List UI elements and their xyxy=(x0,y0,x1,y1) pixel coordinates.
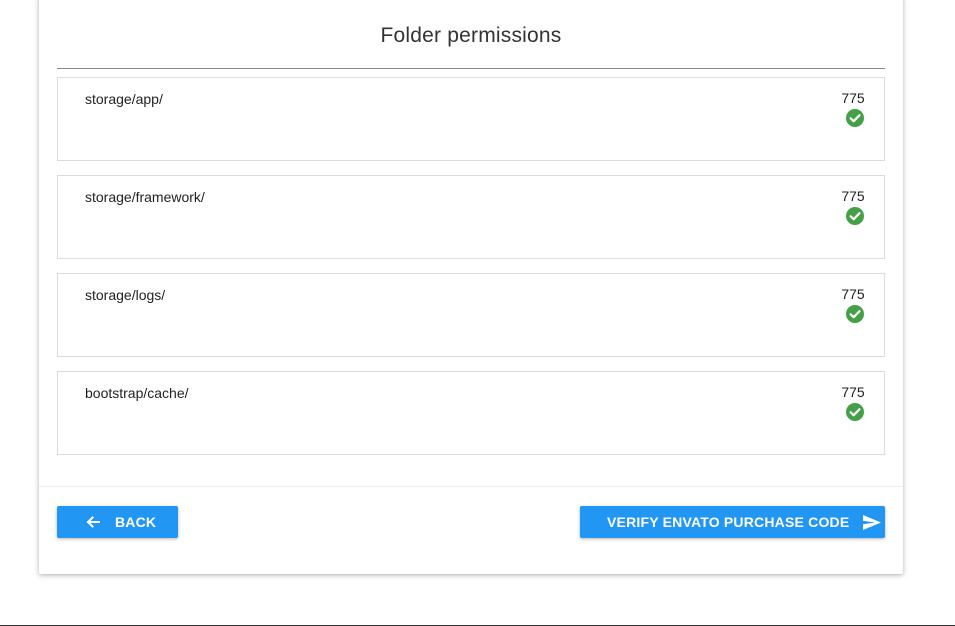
permission-row: storage/logs/ 775 xyxy=(57,273,885,357)
permission-row: storage/framework/ 775 xyxy=(57,175,885,259)
permission-path: storage/framework/ xyxy=(85,189,205,205)
installer-card: Folder permissions storage/app/ 775 stor… xyxy=(39,0,903,574)
permission-value: 775 xyxy=(841,384,865,400)
verify-button-label: VERIFY ENVATO PURCHASE CODE xyxy=(607,514,850,530)
permission-row: storage/app/ 775 xyxy=(57,77,885,161)
permission-row: bootstrap/cache/ 775 xyxy=(57,371,885,455)
permission-value: 775 xyxy=(841,90,865,106)
permission-list: storage/app/ 775 storage/framework/ 775 … xyxy=(57,77,885,469)
check-circle-icon xyxy=(845,304,865,324)
check-circle-icon xyxy=(845,108,865,128)
arrow-left-icon xyxy=(85,514,101,530)
permission-path: bootstrap/cache/ xyxy=(85,385,189,401)
page-title: Folder permissions xyxy=(380,24,562,47)
footer-divider xyxy=(39,486,903,487)
permission-path: storage/logs/ xyxy=(85,287,166,303)
permission-path: storage/app/ xyxy=(85,91,163,107)
check-circle-icon xyxy=(845,402,865,422)
back-button-label: BACK xyxy=(115,514,157,530)
send-icon xyxy=(862,514,882,531)
verify-purchase-code-button[interactable]: VERIFY ENVATO PURCHASE CODE xyxy=(580,506,885,538)
title-divider xyxy=(57,68,885,69)
check-circle-icon xyxy=(845,206,865,226)
permission-value: 775 xyxy=(841,188,865,204)
back-button[interactable]: BACK xyxy=(57,506,178,538)
permission-value: 775 xyxy=(841,286,865,302)
